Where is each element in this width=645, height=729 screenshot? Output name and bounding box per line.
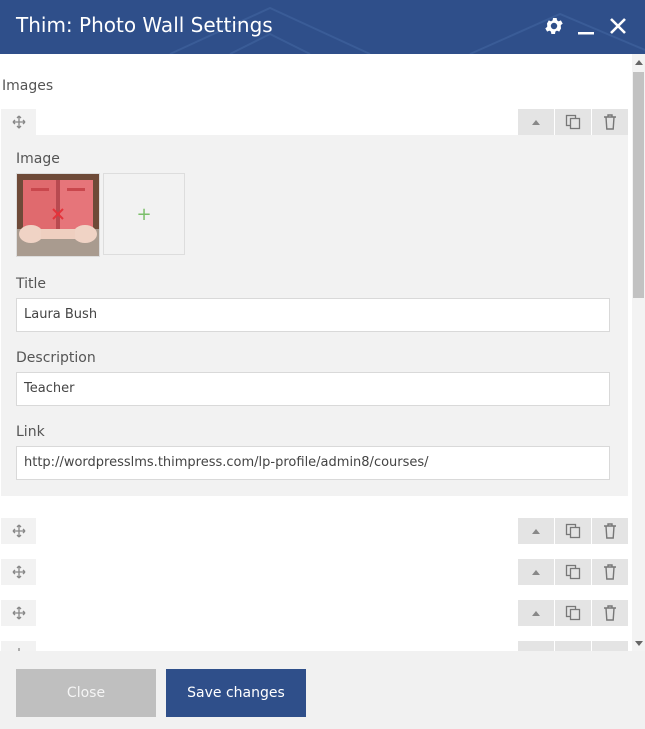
close-button[interactable]: Close [16,669,156,717]
scroll-down-icon[interactable] [632,637,645,649]
dialog-header: Thim: Photo Wall Settings [0,0,645,54]
save-changes-button[interactable]: Save changes [166,669,306,717]
description-label: Description [16,350,96,366]
move-icon[interactable] [1,641,36,651]
image-item-collapsed [0,559,628,585]
move-icon[interactable] [1,559,36,585]
trash-icon[interactable] [592,559,628,585]
copy-icon[interactable] [555,641,591,651]
image-item-collapsed [0,600,628,626]
move-icon[interactable] [1,600,36,626]
link-label: Link [16,424,45,440]
caret-up-icon[interactable] [518,518,554,544]
trash-icon[interactable] [592,109,628,135]
caret-up-icon[interactable] [518,600,554,626]
settings-form: Images Image + Title Laura Bush Descript… [0,54,632,651]
caret-up-icon[interactable] [518,109,554,135]
gear-icon[interactable] [543,15,565,37]
content-scrollbar[interactable] [632,54,645,651]
link-input[interactable]: http://wordpresslms.thimpress.com/lp-pro… [16,446,610,480]
image-item-header [0,109,628,135]
scroll-up-icon[interactable] [632,56,645,68]
section-label-images: Images [2,78,54,94]
dialog-title: Thim: Photo Wall Settings [16,13,273,37]
move-icon[interactable] [1,109,36,135]
minimize-icon[interactable] [575,15,597,37]
copy-icon[interactable] [555,518,591,544]
move-icon[interactable] [1,518,36,544]
trash-icon[interactable] [592,518,628,544]
image-label: Image [16,151,60,167]
caret-up-icon[interactable] [518,641,554,651]
image-item-panel: Image + Title Laura Bush Description Tea… [1,135,628,496]
image-item-collapsed [0,641,628,651]
title-label: Title [16,276,47,292]
x-icon[interactable] [51,207,65,221]
copy-icon[interactable] [555,559,591,585]
copy-icon[interactable] [555,109,591,135]
dialog-footer: Close Save changes [0,651,645,729]
title-input[interactable]: Laura Bush [16,298,610,332]
trash-icon[interactable] [592,600,628,626]
image-item-collapsed [0,518,628,544]
add-image-button[interactable]: + [103,173,185,255]
caret-up-icon[interactable] [518,559,554,585]
trash-icon[interactable] [592,641,628,651]
image-thumbnail[interactable] [16,173,100,257]
scrollbar-thumb[interactable] [633,72,644,298]
copy-icon[interactable] [555,600,591,626]
description-input[interactable]: Teacher [16,372,610,406]
plus-icon: + [136,203,152,225]
close-icon[interactable] [607,15,629,37]
